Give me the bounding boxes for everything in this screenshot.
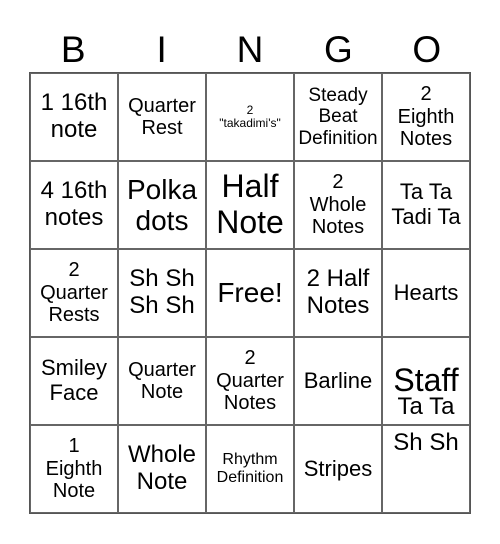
cell-text: 2 xyxy=(68,259,80,282)
bingo-cell[interactable]: Barline xyxy=(294,337,382,425)
cell-text: 4 16th xyxy=(40,177,108,205)
bingo-cell[interactable]: 2 Quarter Notes xyxy=(206,337,294,425)
free-space-text: Free! xyxy=(217,277,283,309)
header-letter-n: N xyxy=(236,29,264,70)
bingo-cell[interactable]: 2 "takadimi's" xyxy=(206,73,294,161)
cell-text: Hearts xyxy=(393,279,459,305)
header-letter-b: B xyxy=(60,29,86,70)
cell-text: Whole xyxy=(309,193,367,216)
cell-text: 1 16th xyxy=(40,89,108,117)
bingo-cell[interactable]: 4 16th notes xyxy=(30,161,118,249)
bingo-cell[interactable]: Quarter Rest xyxy=(118,73,206,161)
bingo-cell[interactable]: 1 16th note xyxy=(30,73,118,161)
bingo-cell[interactable]: Stripes xyxy=(294,425,382,513)
bingo-header: B I N G O xyxy=(29,28,471,72)
cell-text: Barline xyxy=(303,367,373,393)
cell-text: 2 xyxy=(332,171,344,194)
cell-text: Polka xyxy=(126,173,198,205)
bingo-cell[interactable]: Ta Ta Tadi Ta xyxy=(382,161,470,249)
cell-text: Whole xyxy=(127,441,197,469)
bingo-cell[interactable]: Staff Ta Ta Sh Sh xyxy=(382,337,470,456)
cell-text: Note xyxy=(52,480,96,503)
cell-text: Notes xyxy=(306,292,370,319)
cell-text: "takadimi's" xyxy=(219,116,281,130)
bingo-cell[interactable]: 1 Eighth Note xyxy=(30,425,118,513)
cell-text: Definition xyxy=(298,127,378,149)
cell-text: 2 xyxy=(246,102,254,117)
cell-text: note xyxy=(50,116,98,143)
cell-text: Eighth xyxy=(45,457,103,480)
cell-text: Note xyxy=(136,468,188,495)
header-letter-o: O xyxy=(412,29,442,70)
bingo-cell[interactable]: 2 Eighth Notes xyxy=(382,73,470,161)
free-space-cell[interactable]: Free! xyxy=(206,249,294,337)
bingo-cell[interactable]: 2 Quarter Rests xyxy=(30,249,118,337)
cell-text: notes xyxy=(44,204,104,231)
cell-text: Rests xyxy=(48,304,100,327)
cell-text: Note xyxy=(216,204,284,240)
cell-text: Rhythm xyxy=(222,451,278,469)
cell-text: dots xyxy=(135,205,189,236)
cell-text: 2 xyxy=(420,83,432,106)
bingo-cell-empty[interactable] xyxy=(382,425,470,513)
cell-text: Rest xyxy=(141,117,183,139)
cell-text: Steady xyxy=(308,85,368,107)
cell-text: Notes xyxy=(223,392,277,415)
cell-text: Quarter xyxy=(216,369,284,392)
cell-text: Tadi Ta xyxy=(391,204,461,229)
cell-text: Note xyxy=(140,381,184,403)
cell-text: Staff xyxy=(393,362,459,398)
cell-text: Notes xyxy=(399,128,453,151)
bingo-cell[interactable]: 2 Half Notes xyxy=(294,249,382,337)
bingo-cell[interactable]: Quarter Note xyxy=(118,337,206,425)
cell-text: 2 Half xyxy=(306,265,370,293)
bingo-cell[interactable]: Half Note xyxy=(206,161,294,249)
cell-text-overflow: Ta Ta xyxy=(397,393,455,420)
bingo-cell[interactable]: Polka dots xyxy=(118,161,206,249)
bingo-cell[interactable]: Rhythm Definition xyxy=(206,425,294,513)
cell-text: Quarter xyxy=(128,358,196,381)
bingo-cell[interactable]: Smiley Face xyxy=(30,337,118,425)
cell-text: Sh Sh xyxy=(129,265,195,293)
bingo-cell[interactable]: Hearts xyxy=(382,249,470,337)
cell-text: Eighth xyxy=(397,105,455,128)
cell-text: Quarter xyxy=(128,94,196,117)
header-letter-i: I xyxy=(156,29,167,70)
cell-text: Sh Sh xyxy=(129,292,195,319)
cell-text: 1 xyxy=(68,435,80,458)
bingo-cell[interactable]: 2 Whole Notes xyxy=(294,161,382,249)
cell-text: Stripes xyxy=(303,455,373,481)
cell-text: Half xyxy=(221,168,279,205)
cell-text: 2 xyxy=(244,347,256,370)
bingo-cell[interactable]: Sh Sh Sh Sh xyxy=(118,249,206,337)
cell-text: Notes xyxy=(311,216,365,239)
cell-text: Quarter xyxy=(40,281,108,304)
bingo-card-grid: 1 16th note Quarter Rest 2 "takadimi's" … xyxy=(29,72,471,514)
bingo-cell[interactable]: Whole Note xyxy=(118,425,206,513)
header-letter-g: G xyxy=(323,29,353,70)
cell-text: Definition xyxy=(216,469,284,486)
cell-text: Face xyxy=(49,380,99,405)
cell-text: Ta Ta xyxy=(399,179,453,205)
bingo-cell[interactable]: Steady Beat Definition xyxy=(294,73,382,161)
cell-text: Beat xyxy=(318,106,358,128)
cell-text: Smiley xyxy=(40,355,107,381)
